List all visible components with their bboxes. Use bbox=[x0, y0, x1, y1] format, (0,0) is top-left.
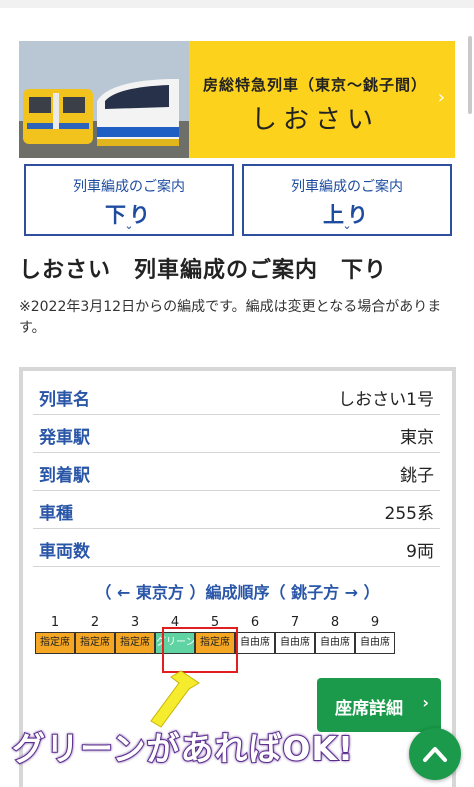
train-photo-icon bbox=[19, 41, 189, 158]
formation-note: ※2022年3月12日からの編成です。編成は変更となる場合があります。 bbox=[19, 299, 442, 336]
car-number: 7 bbox=[290, 615, 300, 630]
banner-subtitle: 房総特急列車（東京～銚子間） bbox=[202, 76, 427, 94]
car-number: 9 bbox=[370, 615, 380, 630]
highlight-arrow-icon bbox=[150, 670, 200, 728]
shiosai-banner-link[interactable]: 房総特急列車（東京～銚子間） しおさい › bbox=[19, 41, 455, 158]
info-value: しおさい1号 bbox=[338, 390, 434, 410]
car-2: 2 指定席 bbox=[75, 615, 115, 654]
car-seat-type: 指定席 bbox=[35, 632, 75, 654]
car-8: 8 自由席 bbox=[315, 615, 355, 654]
formation-order-label: （ ← 東京方 ）編成順序（ 銚子方 → ） bbox=[95, 583, 380, 602]
info-row-arrival: 到着駅 銚子 bbox=[33, 453, 440, 491]
annotation-caption: グリーンがあればOK! bbox=[11, 728, 355, 769]
info-row-departure: 発車駅 東京 bbox=[33, 415, 440, 453]
arrow-up-icon bbox=[423, 747, 447, 762]
car-seat-type: 自由席 bbox=[235, 632, 275, 654]
info-value: 東京 bbox=[400, 428, 434, 448]
chevron-right-icon: › bbox=[422, 693, 429, 712]
scroll-to-top-button[interactable] bbox=[409, 728, 461, 780]
info-value: 銚子 bbox=[400, 466, 434, 486]
info-row-train-name: 列車名 しおさい1号 bbox=[33, 377, 440, 415]
info-row-train-type: 車種 255系 bbox=[33, 491, 440, 529]
info-label: 車両数 bbox=[39, 542, 90, 562]
car-number: 3 bbox=[130, 615, 140, 630]
car-number: 1 bbox=[50, 615, 60, 630]
info-label: 列車名 bbox=[39, 390, 90, 410]
car-seat-type: 自由席 bbox=[275, 632, 315, 654]
seat-detail-label: 座席詳細 bbox=[335, 699, 403, 719]
button-label: 列車編成のご案内 bbox=[291, 179, 403, 195]
car-3: 3 指定席 bbox=[115, 615, 155, 654]
info-value: 255系 bbox=[384, 504, 434, 524]
top-strip bbox=[0, 0, 474, 8]
info-label: 到着駅 bbox=[39, 466, 90, 486]
car-number: 2 bbox=[90, 615, 100, 630]
info-label: 車種 bbox=[39, 504, 73, 524]
info-value: 9両 bbox=[406, 542, 434, 562]
chevron-down-icon: ⌄ bbox=[124, 219, 134, 232]
car-number: 8 bbox=[330, 615, 340, 630]
info-label: 発車駅 bbox=[39, 428, 90, 448]
banner-title: しおさい bbox=[250, 105, 379, 135]
inbound-formation-button[interactable]: 列車編成のご案内 上り ⌄ bbox=[242, 164, 452, 236]
scrollbar[interactable] bbox=[468, 36, 472, 114]
chevron-right-icon: › bbox=[437, 87, 445, 108]
button-label: 列車編成のご案内 bbox=[73, 179, 185, 195]
car-seat-type: 自由席 bbox=[315, 632, 355, 654]
car-6: 6 自由席 bbox=[235, 615, 275, 654]
car-seat-type: 指定席 bbox=[115, 632, 155, 654]
green-car-highlight bbox=[162, 627, 238, 673]
car-seat-type: 指定席 bbox=[75, 632, 115, 654]
car-7: 7 自由席 bbox=[275, 615, 315, 654]
car-seat-type: 自由席 bbox=[355, 632, 395, 654]
car-1: 1 指定席 bbox=[35, 615, 75, 654]
page-title: しおさい 列車編成のご案内 下り bbox=[19, 258, 388, 283]
chevron-down-icon: ⌄ bbox=[342, 219, 352, 232]
car-9: 9 自由席 bbox=[355, 615, 395, 654]
outbound-formation-button[interactable]: 列車編成のご案内 下り ⌄ bbox=[24, 164, 234, 236]
car-number: 6 bbox=[250, 615, 260, 630]
info-row-car-count: 車両数 9両 bbox=[33, 529, 440, 567]
